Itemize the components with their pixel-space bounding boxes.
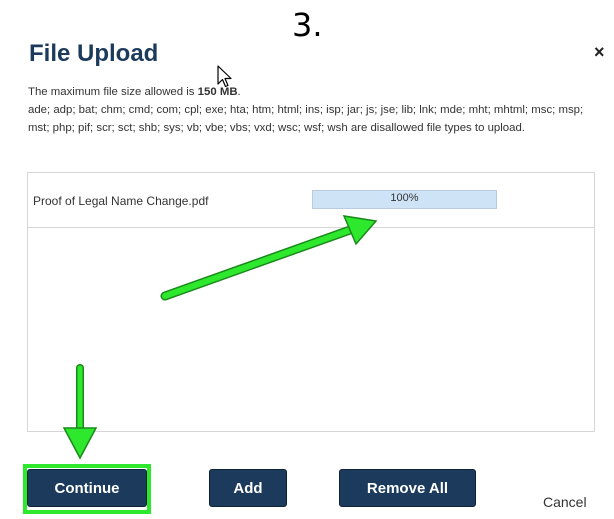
upload-progress-bar: 100%	[312, 190, 497, 209]
upload-info: The maximum file size allowed is 150 MB.…	[28, 83, 606, 137]
cancel-link[interactable]: Cancel	[543, 494, 587, 510]
max-size-value: 150 MB	[197, 86, 238, 98]
step-number-label: 3.	[292, 6, 323, 44]
file-name: Proof of Legal Name Change.pdf	[33, 194, 209, 208]
continue-button[interactable]: Continue	[27, 469, 147, 507]
max-size-suffix: .	[237, 86, 241, 98]
max-size-line: The maximum file size allowed is 150 MB.	[28, 83, 606, 101]
max-size-prefix: The maximum file size allowed is	[28, 86, 198, 98]
disallowed-types-text: ade; adp; bat; chm; cmd; com; cpl; exe; …	[28, 104, 584, 134]
file-list-panel: Proof of Legal Name Change.pdf 100%	[27, 172, 595, 432]
upload-progress-label: 100%	[390, 192, 419, 204]
close-icon[interactable]: ×	[594, 42, 605, 63]
file-row: Proof of Legal Name Change.pdf 100%	[28, 173, 594, 228]
remove-all-button[interactable]: Remove All	[339, 469, 476, 507]
add-button[interactable]: Add	[209, 469, 287, 507]
dialog-title: File Upload	[29, 40, 159, 67]
